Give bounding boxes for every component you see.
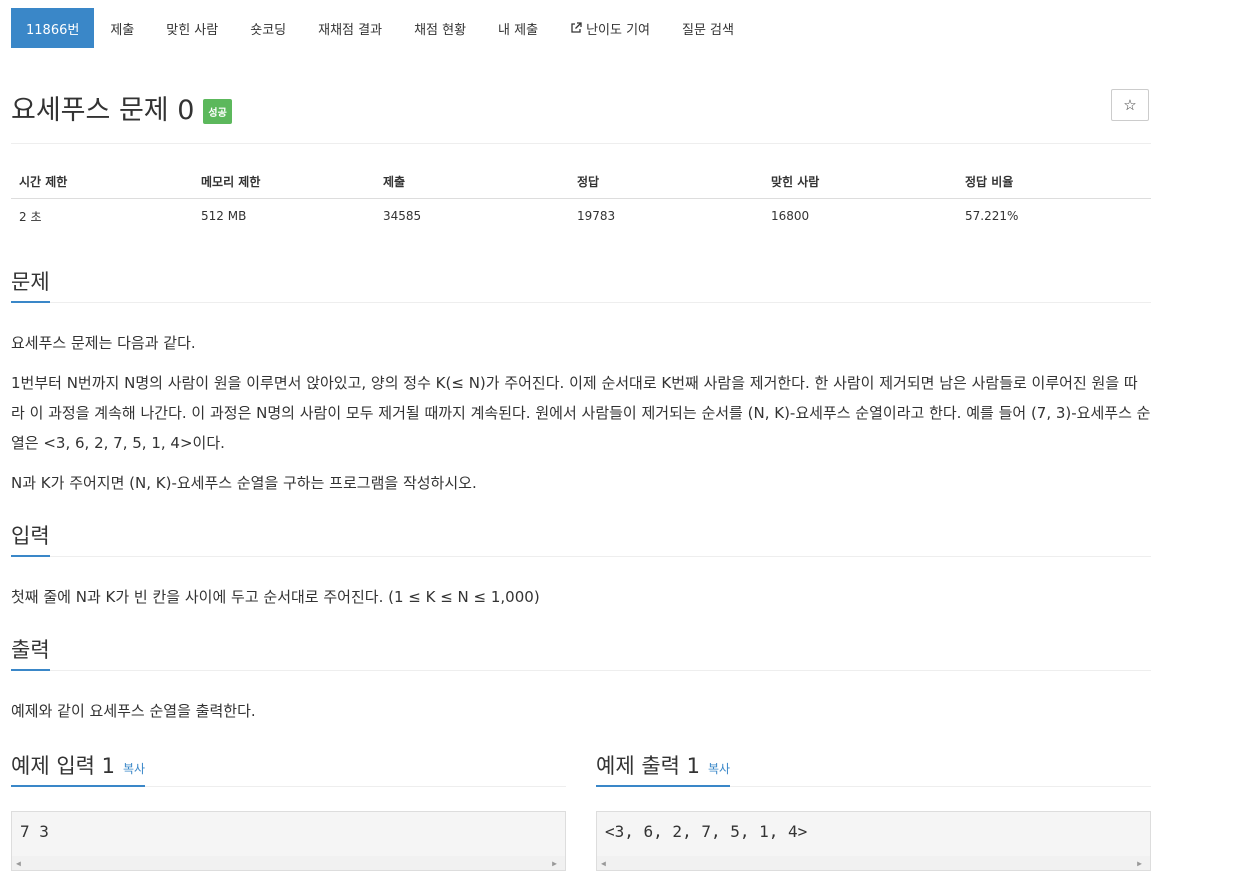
solved-users-value: 16800 (771, 209, 810, 223)
tab-difficulty-contribution[interactable]: 난이도 기여 (554, 8, 666, 48)
output-heading: 출력 (11, 634, 50, 671)
header-time-limit: 시간 제한 (19, 174, 68, 189)
problem-menu: 11866번 제출 맞힌 사람 숏코딩 재채점 결과 채점 현황 내 제출 난이… (11, 8, 750, 48)
input-heading: 입력 (11, 520, 50, 557)
problem-text-2: 1번부터 N번까지 N명의 사람이 원을 이루면서 앉아있고, 양의 정수 K(… (11, 374, 1151, 452)
sample-input-value: 7 3 (20, 822, 49, 841)
problem-info-table: 시간 제한 메모리 제한 제출 정답 맞힌 사람 정답 비율 2 초 512 M… (11, 164, 1151, 233)
scroll-left-icon[interactable]: ◀ (601, 859, 606, 868)
sample-output-header: 예제 출력 1 복사 (596, 750, 1151, 787)
sample-output-value: <3, 6, 2, 7, 5, 1, 4> (605, 822, 808, 841)
divider (11, 143, 1151, 144)
header-memory-limit: 메모리 제한 (201, 174, 261, 189)
sample-input-heading: 예제 입력 1 복사 (11, 750, 146, 787)
tab-question-search[interactable]: 질문 검색 (666, 8, 750, 48)
table-header-row: 시간 제한 메모리 제한 제출 정답 맞힌 사람 정답 비율 (11, 164, 1151, 199)
page-title: 요세푸스 문제 0 (11, 95, 195, 126)
title-row: 요세푸스 문제 0 성공 (11, 88, 232, 127)
input-section-header: 입력 (11, 520, 1151, 557)
submissions-value: 34585 (383, 209, 422, 223)
header-solved-users: 맞힌 사람 (771, 174, 820, 189)
accept-ratio-value: 57.221% (965, 209, 1019, 223)
sample-input-header: 예제 입력 1 복사 (11, 750, 566, 787)
problem-heading: 문제 (11, 266, 50, 303)
problem-page: 11866번 제출 맞힌 사람 숏코딩 재채점 결과 채점 현황 내 제출 난이… (0, 0, 1235, 888)
tab-judge-status[interactable]: 채점 현황 (398, 8, 482, 48)
sample-output-heading: 예제 출력 1 복사 (596, 750, 731, 787)
copy-input-link[interactable]: 복사 (123, 762, 145, 776)
copy-output-link[interactable]: 복사 (708, 762, 730, 776)
header-accept-ratio: 정답 비율 (965, 174, 1014, 189)
time-limit-value: 2 초 (19, 209, 42, 224)
header-accepted: 정답 (577, 174, 600, 189)
header-submissions: 제출 (383, 174, 406, 189)
favorite-star-button[interactable]: ☆ (1111, 89, 1149, 121)
tab-submit[interactable]: 제출 (94, 8, 150, 48)
problem-section-header: 문제 (11, 266, 1151, 303)
scroll-right-icon[interactable]: ▶ (552, 859, 557, 868)
sample-input-box[interactable]: 7 3 ◀ ▶ (11, 811, 566, 871)
horizontal-scrollbar[interactable]: ◀ ▶ (597, 856, 1150, 870)
tab-short-coding[interactable]: 숏코딩 (234, 8, 302, 48)
tab-my-submissions[interactable]: 내 제출 (482, 8, 554, 48)
output-text: 예제와 같이 요세푸스 순열을 출력한다. (11, 702, 256, 720)
memory-limit-value: 512 MB (201, 209, 247, 223)
external-link-icon (571, 22, 582, 33)
status-badge: 성공 (203, 99, 232, 124)
star-icon: ☆ (1123, 96, 1137, 114)
accepted-value: 19783 (577, 209, 616, 223)
output-section-header: 출력 (11, 634, 1151, 671)
scroll-right-icon[interactable]: ▶ (1137, 859, 1142, 868)
table-row: 2 초 512 MB 34585 19783 16800 57.221% (11, 199, 1151, 233)
sample-output-box[interactable]: <3, 6, 2, 7, 5, 1, 4> ◀ ▶ (596, 811, 1151, 871)
input-text: 첫째 줄에 N과 K가 빈 칸을 사이에 두고 순서대로 주어진다. (1 ≤ … (11, 588, 540, 606)
tab-problem[interactable]: 11866번 (11, 8, 95, 48)
tab-rejudge-results[interactable]: 재채점 결과 (302, 8, 398, 48)
problem-text-1: 요세푸스 문제는 다음과 같다. (11, 334, 196, 352)
tab-solved-users[interactable]: 맞힌 사람 (150, 8, 234, 48)
horizontal-scrollbar[interactable]: ◀ ▶ (12, 856, 565, 870)
problem-text-3: N과 K가 주어지면 (N, K)-요세푸스 순열을 구하는 프로그램을 작성하… (11, 474, 477, 492)
scroll-left-icon[interactable]: ◀ (16, 859, 21, 868)
